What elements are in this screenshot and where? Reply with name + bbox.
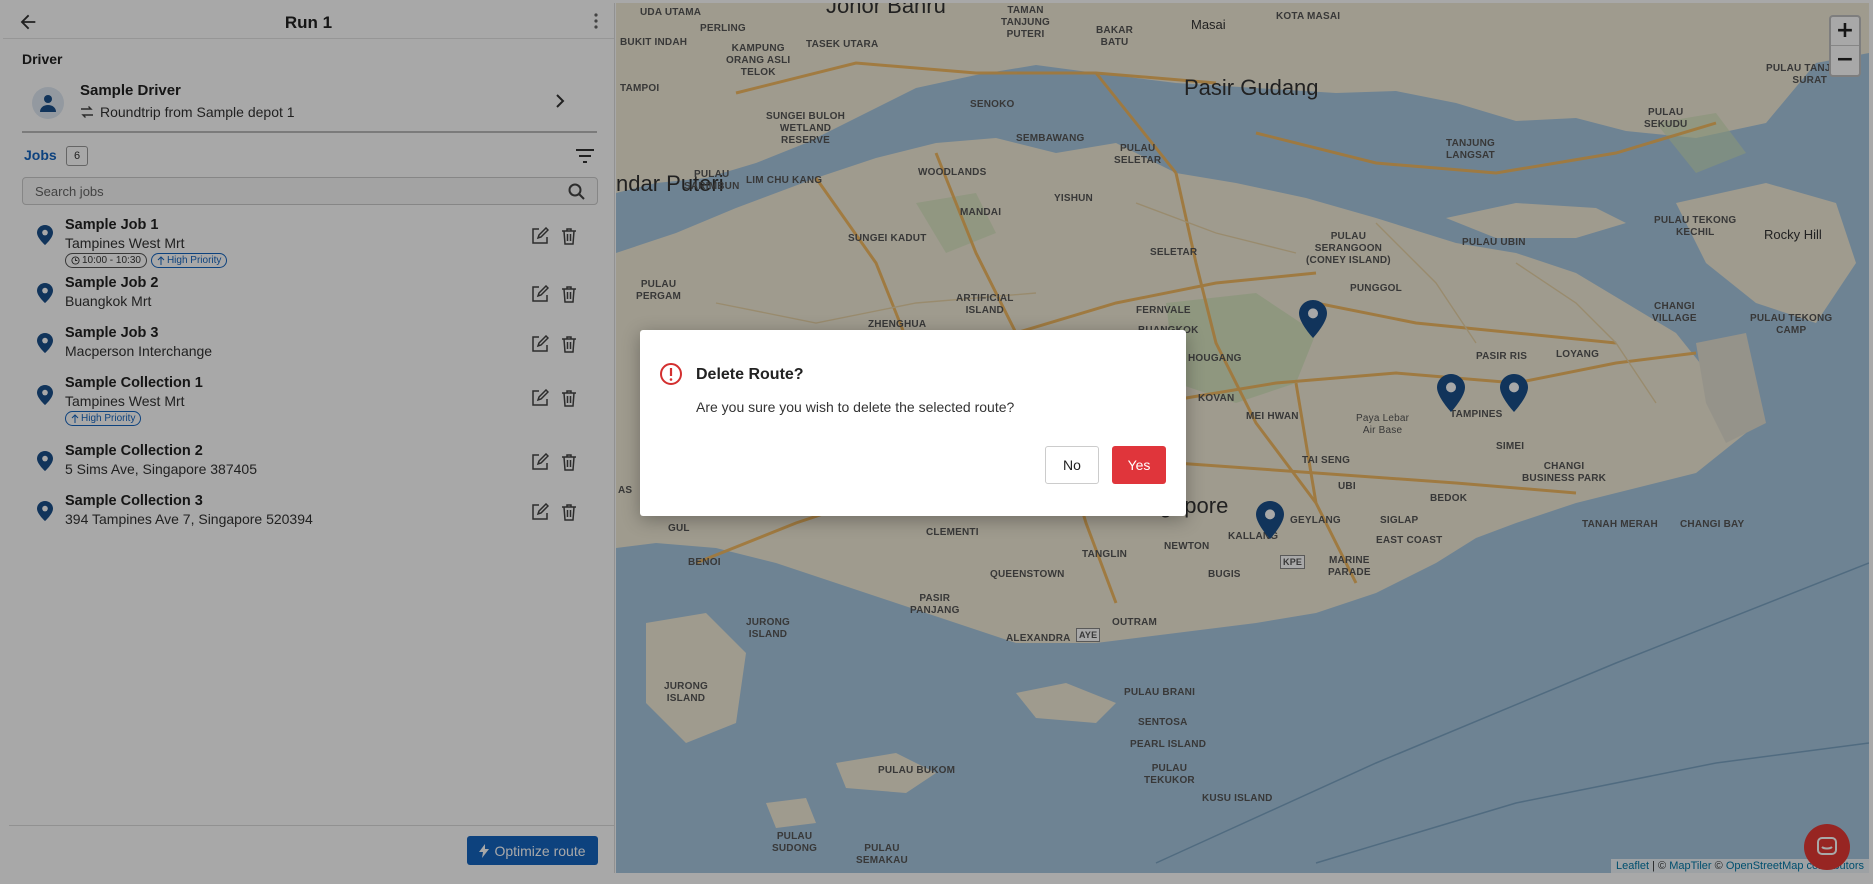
delete-route-dialog: Delete Route? Are you sure you wish to d… — [640, 330, 1186, 516]
yes-button[interactable]: Yes — [1112, 446, 1166, 484]
alert-circle-icon — [660, 363, 682, 385]
no-button[interactable]: No — [1045, 446, 1099, 484]
dialog-message: Are you sure you wish to delete the sele… — [696, 399, 1015, 415]
dialog-title: Delete Route? — [696, 366, 804, 383]
